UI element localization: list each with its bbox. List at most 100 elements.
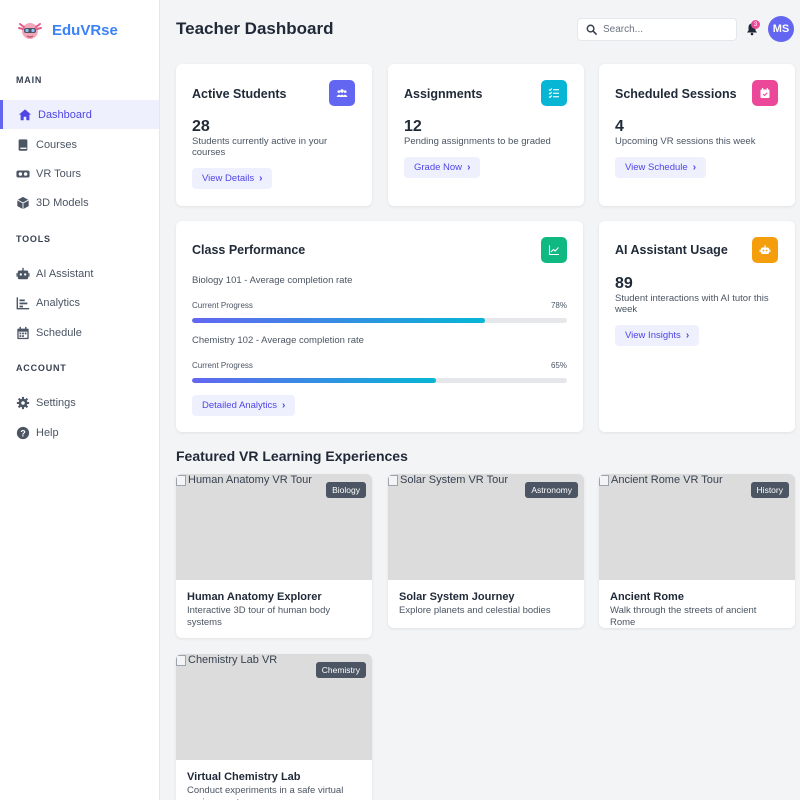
card-title: Scheduled Sessions bbox=[615, 87, 737, 101]
course-name: Chemistry 102 - Average completion rate bbox=[192, 335, 364, 346]
card-title: Assignments bbox=[404, 87, 483, 101]
category-tag: Chemistry bbox=[315, 662, 366, 678]
experience-card-solar-system[interactable]: Solar System VR Tour Astronomy Solar Sys… bbox=[388, 474, 584, 628]
experience-card-ancient-rome[interactable]: Ancient Rome VR Tour History Ancient Rom… bbox=[599, 474, 795, 628]
broken-image-alt: Human Anatomy VR Tour bbox=[176, 474, 312, 486]
stat-description: Pending assignments to be graded bbox=[404, 136, 551, 147]
users-icon bbox=[329, 80, 355, 106]
ai-usage-card: AI Assistant Usage 89 Student interactio… bbox=[599, 221, 795, 432]
robot-icon bbox=[16, 267, 30, 281]
notification-badge: 3 bbox=[751, 20, 760, 29]
search-input[interactable] bbox=[603, 24, 723, 35]
stat-card-active-students: Active Students 28 Students currently ac… bbox=[176, 64, 372, 206]
robot-icon bbox=[752, 237, 778, 263]
bar-chart-icon bbox=[16, 296, 30, 310]
app-name: EduVRse bbox=[52, 21, 118, 39]
class-performance-card: Class Performance Biology 101 - Average … bbox=[176, 221, 583, 432]
stat-value: 89 bbox=[615, 275, 633, 292]
progress-percent: 78% bbox=[550, 301, 567, 310]
broken-image-icon bbox=[388, 474, 398, 486]
sidebar-item-settings[interactable]: Settings bbox=[0, 388, 159, 417]
chevron-right-icon: › bbox=[467, 162, 471, 173]
category-tag: History bbox=[750, 482, 789, 498]
sidebar-item-label: AI Assistant bbox=[36, 267, 94, 280]
experience-image: Chemistry Lab VR Chemistry bbox=[176, 654, 372, 760]
experience-card-chemistry-lab[interactable]: Chemistry Lab VR Chemistry Virtual Chemi… bbox=[176, 654, 372, 800]
progress-bar bbox=[192, 318, 567, 323]
stat-description: Student interactions with AI tutor this … bbox=[615, 293, 769, 315]
view-insights-button[interactable]: View Insights › bbox=[615, 325, 700, 346]
broken-image-alt: Chemistry Lab VR bbox=[176, 654, 277, 666]
line-chart-icon bbox=[541, 237, 567, 263]
view-details-button[interactable]: View Details › bbox=[192, 168, 273, 189]
button-label: View Insights bbox=[625, 330, 681, 341]
sidebar-item-help[interactable]: ? Help bbox=[0, 418, 159, 447]
sidebar-item-3d-models[interactable]: 3D Models bbox=[0, 188, 159, 217]
category-tag: Astronomy bbox=[525, 482, 578, 498]
experience-image: Ancient Rome VR Tour History bbox=[599, 474, 795, 580]
sidebar-item-courses[interactable]: Courses bbox=[0, 130, 159, 159]
sidebar-item-label: Courses bbox=[36, 138, 77, 151]
home-icon bbox=[18, 108, 32, 122]
experience-description: Walk through the streets of ancient Rome bbox=[610, 605, 757, 628]
experience-image: Solar System VR Tour Astronomy bbox=[388, 474, 584, 580]
stat-card-scheduled-sessions: Scheduled Sessions 4 Upcoming VR session… bbox=[599, 64, 795, 206]
stat-card-assignments: Assignments 12 Pending assignments to be… bbox=[388, 64, 584, 206]
axolotl-logo-icon bbox=[18, 23, 42, 39]
progress-label: Current Progress bbox=[192, 361, 253, 370]
detailed-analytics-button[interactable]: Detailed Analytics › bbox=[192, 395, 296, 416]
card-title: AI Assistant Usage bbox=[615, 243, 728, 257]
progress-label: Current Progress bbox=[192, 301, 253, 310]
experience-description: Conduct experiments in a safe virtual en… bbox=[187, 785, 344, 800]
course-name: Biology 101 - Average completion rate bbox=[192, 275, 353, 286]
experience-title: Solar System Journey bbox=[399, 591, 515, 603]
section-label-main: MAIN bbox=[16, 75, 43, 85]
broken-image-icon bbox=[176, 474, 186, 486]
checklist-icon bbox=[541, 80, 567, 106]
svg-text:?: ? bbox=[20, 428, 25, 438]
sidebar: EduVRse MAIN Dashboard Courses VR Tours … bbox=[0, 0, 160, 800]
sidebar-item-label: Dashboard bbox=[38, 108, 92, 121]
broken-image-alt: Ancient Rome VR Tour bbox=[599, 474, 723, 486]
sidebar-item-dashboard[interactable]: Dashboard bbox=[0, 100, 159, 129]
sidebar-item-label: VR Tours bbox=[36, 167, 82, 180]
progress-fill bbox=[192, 378, 436, 383]
category-tag: Biology bbox=[326, 482, 366, 498]
featured-section-title: Featured VR Learning Experiences bbox=[176, 448, 408, 464]
calendar-check-icon bbox=[752, 80, 778, 106]
chevron-right-icon: › bbox=[259, 173, 263, 184]
page-title: Teacher Dashboard bbox=[176, 19, 334, 38]
stat-description: Upcoming VR sessions this week bbox=[615, 136, 756, 147]
progress-bar bbox=[192, 378, 567, 383]
cube-icon bbox=[16, 196, 30, 210]
sidebar-item-ai-assistant[interactable]: AI Assistant bbox=[0, 259, 159, 288]
card-title: Class Performance bbox=[192, 243, 306, 257]
experience-image: Human Anatomy VR Tour Biology bbox=[176, 474, 372, 580]
section-label-tools: TOOLS bbox=[16, 234, 51, 244]
avatar[interactable]: MS bbox=[768, 16, 794, 42]
broken-image-icon bbox=[599, 474, 609, 486]
sidebar-item-label: Help bbox=[36, 426, 59, 439]
sidebar-item-vr-tours[interactable]: VR Tours bbox=[0, 159, 159, 188]
app-logo[interactable]: EduVRse bbox=[16, 16, 118, 44]
experience-card-anatomy[interactable]: Human Anatomy VR Tour Biology Human Anat… bbox=[176, 474, 372, 638]
vr-headset-icon bbox=[16, 167, 30, 181]
view-schedule-button[interactable]: View Schedule › bbox=[615, 157, 707, 178]
sidebar-item-label: Settings bbox=[36, 396, 76, 409]
stat-value: 12 bbox=[404, 118, 422, 135]
search-box[interactable] bbox=[577, 18, 737, 41]
grade-now-button[interactable]: Grade Now › bbox=[404, 157, 481, 178]
search-icon bbox=[586, 24, 597, 35]
chevron-right-icon: › bbox=[281, 400, 286, 411]
sidebar-item-schedule[interactable]: Schedule bbox=[0, 318, 159, 347]
stat-value: 28 bbox=[192, 118, 210, 135]
gear-icon bbox=[16, 396, 30, 410]
sidebar-item-analytics[interactable]: Analytics bbox=[0, 288, 159, 317]
progress-percent: 65% bbox=[550, 361, 567, 370]
button-label: View Details bbox=[202, 173, 255, 184]
button-label: Detailed Analytics bbox=[202, 400, 277, 411]
experience-description: Explore planets and celestial bodies bbox=[399, 605, 551, 616]
experience-title: Human Anatomy Explorer bbox=[187, 591, 322, 603]
question-circle-icon: ? bbox=[16, 426, 30, 440]
experience-description: Interactive 3D tour of human body system… bbox=[187, 605, 331, 628]
